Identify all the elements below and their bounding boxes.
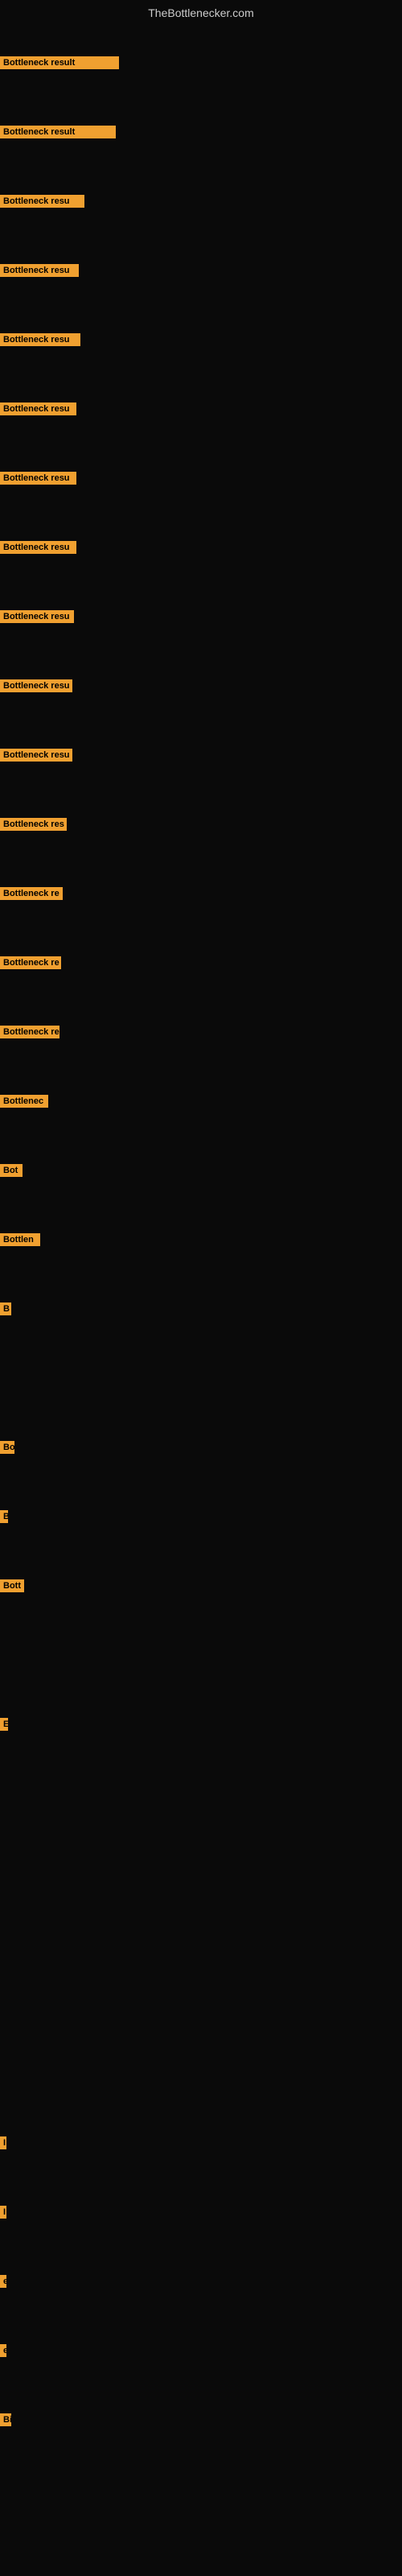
table-row: Bi (0, 2402, 402, 2438)
table-row: Bottleneck resu (0, 322, 402, 357)
bottleneck-result-bar[interactable]: Bottlen (0, 1233, 40, 1246)
table-row: I (0, 2194, 402, 2230)
bottleneck-result-bar[interactable]: Bi (0, 2413, 11, 2426)
table-row: Bottleneck resu (0, 530, 402, 565)
table-row: Bottleneck resu (0, 737, 402, 773)
bottleneck-result-bar[interactable]: I (0, 2136, 6, 2149)
bottleneck-result-bar[interactable]: Bottleneck result (0, 126, 116, 138)
table-row: Bot (0, 1153, 402, 1188)
bottleneck-result-bar[interactable]: Bottleneck resu (0, 402, 76, 415)
bottleneck-result-bar[interactable]: Bottleneck re (0, 1026, 59, 1038)
bottleneck-result-bar[interactable]: Bottleneck re (0, 956, 61, 969)
site-title: TheBottlenecker.com (0, 0, 402, 23)
bottleneck-result-bar[interactable]: Bottleneck resu (0, 472, 76, 485)
table-row: Bottleneck result (0, 114, 402, 150)
bottleneck-result-bar[interactable]: Bott (0, 1579, 24, 1592)
bottleneck-result-bar[interactable]: B (0, 1510, 8, 1523)
bottleneck-result-bar[interactable]: Bottleneck res (0, 818, 67, 831)
bottleneck-result-bar[interactable]: E (0, 1718, 8, 1731)
bottleneck-result-bar[interactable]: Bo (0, 1441, 14, 1454)
table-row: E (0, 1707, 402, 1742)
bottleneck-result-bar[interactable]: Bottleneck result (0, 56, 119, 69)
bottleneck-result-bar[interactable]: e (0, 2275, 6, 2288)
table-row: Bottleneck resu (0, 460, 402, 496)
bottleneck-result-bar[interactable]: Bottleneck resu (0, 541, 76, 554)
bottleneck-result-bar[interactable]: Bottleneck resu (0, 679, 72, 692)
bottleneck-result-bar[interactable]: Bottleneck resu (0, 264, 79, 277)
table-row: Bo (0, 1430, 402, 1465)
bottleneck-result-bar[interactable]: I (0, 2206, 6, 2219)
bottleneck-result-bar[interactable]: Bottleneck resu (0, 333, 80, 346)
table-row: Bottleneck resu (0, 391, 402, 427)
table-row: Bott (0, 1568, 402, 1604)
table-row: Bottleneck resu (0, 599, 402, 634)
table-row: Bottleneck resu (0, 253, 402, 288)
table-row: Bottlenec (0, 1084, 402, 1119)
table-row: e (0, 2333, 402, 2368)
bottleneck-result-bar[interactable]: Bottlenec (0, 1095, 48, 1108)
bottleneck-result-bar[interactable]: B (0, 1302, 11, 1315)
table-row: Bottleneck res (0, 807, 402, 842)
bottleneck-result-bar[interactable]: Bot (0, 1164, 23, 1177)
table-row: Bottleneck resu (0, 668, 402, 704)
bottleneck-result-bar[interactable]: Bottleneck resu (0, 195, 84, 208)
bottleneck-result-bar[interactable]: Bottleneck re (0, 887, 63, 900)
table-row: B (0, 1291, 402, 1327)
bottleneck-result-bar[interactable]: Bottleneck resu (0, 610, 74, 623)
table-row: Bottleneck re (0, 876, 402, 911)
bottleneck-result-bar[interactable]: Bottleneck resu (0, 749, 72, 762)
table-row: e (0, 2264, 402, 2299)
table-row: Bottleneck re (0, 945, 402, 980)
table-row: Bottleneck re (0, 1014, 402, 1050)
table-row: B (0, 1499, 402, 1534)
table-row: Bottleneck result (0, 45, 402, 80)
table-row: I (0, 2125, 402, 2161)
table-row: Bottleneck resu (0, 184, 402, 219)
bottleneck-result-bar[interactable]: e (0, 2344, 6, 2357)
table-row: Bottlen (0, 1222, 402, 1257)
